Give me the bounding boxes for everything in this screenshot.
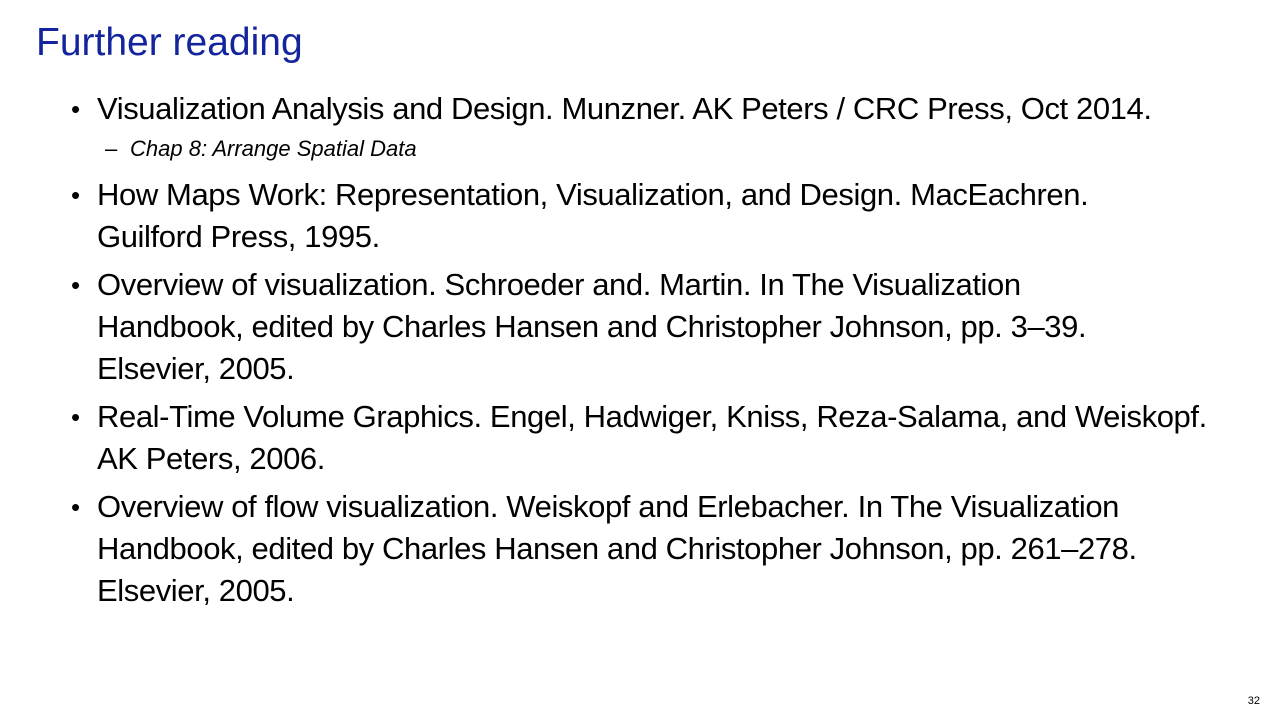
reference-subitem: – Chap 8: Arrange Spatial Data — [0, 134, 1280, 164]
reference-item: • Real-Time Volume Graphics. Engel, Hadw… — [0, 396, 1280, 480]
bullet-icon: • — [71, 94, 81, 124]
reference-item: • Overview of visualization. Schroeder a… — [0, 264, 1280, 390]
reference-list: • Visualization Analysis and Design. Mun… — [0, 88, 1280, 618]
page-number: 32 — [1247, 695, 1260, 707]
reference-line: AK Peters, 2006. — [97, 441, 325, 476]
reference-line: Guilford Press, 1995. — [97, 219, 380, 254]
reference-item: • Visualization Analysis and Design. Mun… — [0, 88, 1280, 130]
slide-title: Further reading — [36, 21, 303, 64]
reference-item: • How Maps Work: Representation, Visuali… — [0, 174, 1280, 258]
reference-line: Elsevier, 2005. — [97, 573, 295, 608]
bullet-icon: • — [71, 492, 81, 522]
slide: Further reading • Visualization Analysis… — [0, 0, 1280, 720]
reference-line: Overview of flow visualization. Weiskopf… — [97, 489, 1120, 524]
reference-line: How Maps Work: Representation, Visualiza… — [97, 177, 1089, 212]
reference-line: Handbook, edited by Charles Hansen and C… — [97, 309, 1087, 344]
bullet-icon: • — [71, 180, 81, 210]
reference-line: Overview of visualization. Schroeder and… — [97, 267, 1021, 302]
reference-subitem-text: Chap 8: Arrange Spatial Data — [130, 136, 417, 161]
reference-line: Visualization Analysis and Design. Munzn… — [97, 91, 1152, 126]
reference-item: • Overview of flow visualization. Weisko… — [0, 486, 1280, 612]
bullet-icon: • — [71, 402, 81, 432]
bullet-icon: • — [71, 270, 81, 300]
reference-line: Real-Time Volume Graphics. Engel, Hadwig… — [97, 399, 1207, 434]
reference-line: Handbook, edited by Charles Hansen and C… — [97, 531, 1137, 566]
reference-line: Elsevier, 2005. — [97, 351, 295, 386]
dash-icon: – — [105, 136, 118, 161]
